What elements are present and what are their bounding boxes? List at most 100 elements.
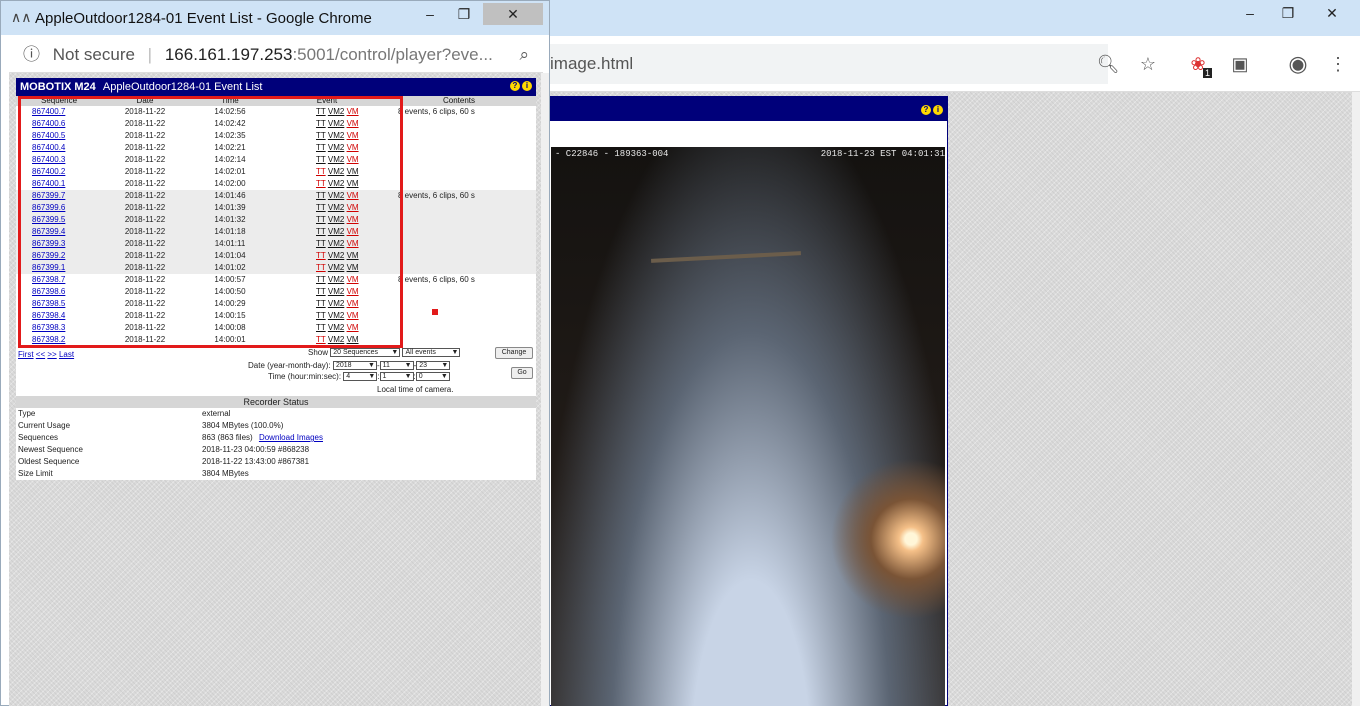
- osd-timestamp: 2018-11-23 EST 04:01:31: [820, 149, 945, 159]
- camera-osd: - C22846 - 189363-004 2018-11-23 EST 04:…: [555, 149, 945, 159]
- status-value-text: 3804 MBytes: [202, 469, 249, 478]
- contents-cell: [382, 298, 536, 310]
- contents-cell: [382, 154, 536, 166]
- event-list-header: MOBOTIX M24 AppleOutdoor1284-01 Event Li…: [16, 78, 536, 96]
- second-select[interactable]: 0: [415, 372, 450, 382]
- contents-cell: 8 events, 6 clips, 60 s: [398, 275, 475, 284]
- camera-panel: ? i - C22846 - 189363-004 2018-11-23 EST…: [548, 96, 948, 706]
- contents-cell: [382, 322, 536, 334]
- popup-minimize-button[interactable]: –: [415, 3, 445, 25]
- events-select[interactable]: All events: [402, 348, 461, 358]
- hour-select[interactable]: 4: [343, 372, 378, 382]
- contents-cell: [382, 262, 536, 274]
- popup-titlebar: ∧∧ AppleOutdoor1284-01 Event List - Goog…: [1, 1, 549, 35]
- info-icon[interactable]: i: [933, 105, 943, 115]
- popup-close-button[interactable]: ✕: [483, 3, 543, 25]
- brand-label: MOBOTIX M24: [20, 81, 96, 93]
- camera-live-image[interactable]: - C22846 - 189363-004 2018-11-23 EST 04:…: [551, 147, 945, 706]
- background-scrollbar[interactable]: [1352, 92, 1360, 706]
- contents-cell: [382, 310, 536, 322]
- highlight-box: [18, 96, 403, 348]
- security-label: Not secure: [52, 45, 135, 64]
- address-divider: |: [147, 45, 153, 64]
- status-row: Size Limit 3804 MBytes: [16, 468, 536, 480]
- date-label: Date (year-month-day):: [248, 361, 331, 370]
- info-icon[interactable]: ⓘ: [23, 45, 40, 64]
- info-icon[interactable]: i: [522, 81, 532, 91]
- mobotix-logo-icon: ∧∧: [11, 9, 32, 25]
- go-button[interactable]: Go: [511, 367, 533, 379]
- status-value: 2018-11-23 04:00:59 #868238: [202, 444, 309, 456]
- change-button[interactable]: Change: [495, 347, 533, 359]
- recorder-status-rows: Type external Current Usage 3804 MBytes (10…: [16, 408, 536, 480]
- contents-cell: 8 events, 6 clips, 60 s: [398, 191, 475, 200]
- contents-cell: [382, 130, 536, 142]
- contents-cell: [382, 178, 536, 190]
- help-icon[interactable]: ?: [921, 105, 931, 115]
- status-key: Newest Sequence: [18, 445, 83, 454]
- status-value-text: external: [202, 409, 231, 418]
- highlight-dot: [432, 309, 438, 315]
- popup-maximize-button[interactable]: ❐: [449, 3, 479, 25]
- url-host: 166.161.197.253: [164, 45, 293, 64]
- status-row: Current Usage 3804 MBytes (100.0%): [16, 420, 536, 432]
- status-key: Sequences: [18, 433, 59, 442]
- contents-cell: [382, 238, 536, 250]
- minimize-button[interactable]: –: [1234, 2, 1266, 24]
- contents-cell: [382, 214, 536, 226]
- url-path: :5001/control/player?eve...: [292, 45, 493, 64]
- profile-icon[interactable]: ◉: [1286, 51, 1310, 76]
- popup-window-title: AppleOutdoor1284-01 Event List - Google …: [35, 10, 372, 27]
- status-key: Type: [18, 409, 36, 418]
- minute-select[interactable]: 1: [379, 372, 414, 382]
- status-value: 3804 MBytes (100.0%): [202, 420, 283, 432]
- background-window-titlebar: – ❐ ✕: [548, 0, 1360, 36]
- contents-cell: [382, 250, 536, 262]
- col-contents: Contents: [442, 96, 476, 105]
- menu-kebab-icon[interactable]: ⋮: [1326, 52, 1350, 76]
- sequences-select[interactable]: 20 Sequences: [330, 348, 401, 358]
- extension-icon[interactable]: ❀ 1: [1186, 52, 1212, 78]
- contents-cell: [382, 334, 536, 344]
- camera-scene-line: [650, 251, 802, 263]
- close-button[interactable]: ✕: [1310, 2, 1354, 24]
- contents-cell: [382, 226, 536, 238]
- status-value-text: 2018-11-23 04:00:59 #868238: [202, 445, 310, 454]
- maximize-button[interactable]: ❐: [1272, 2, 1304, 24]
- status-value-text: 3804 MBytes (100.0%): [202, 421, 284, 430]
- navigation-controls: First << >> Last Show 20 Sequences All e…: [16, 344, 536, 396]
- zoom-icon[interactable]: 🔍︎: [1096, 52, 1120, 76]
- status-row: Type external: [16, 408, 536, 420]
- contents-cell: [382, 118, 536, 130]
- bookmark-star-icon[interactable]: ☆: [1136, 52, 1160, 76]
- status-value: 2018-11-22 13:43:00 #867381: [202, 456, 309, 468]
- show-label: Show: [308, 348, 329, 357]
- time-label: Time (hour:min:sec):: [268, 372, 342, 381]
- status-key: Current Usage: [18, 421, 71, 430]
- next-link[interactable]: >>: [47, 350, 56, 359]
- contents-cell: [382, 202, 536, 214]
- status-value-text: 2018-11-22 13:43:00 #867381: [202, 457, 310, 466]
- help-icon[interactable]: ?: [510, 81, 520, 91]
- status-value-text: 863 (863 files): [202, 433, 253, 442]
- event-list-title: AppleOutdoor1284-01 Event List: [102, 81, 263, 93]
- osd-camera-id: - C22846 - 189363-004: [555, 149, 669, 159]
- status-row: Newest Sequence 2018-11-23 04:00:59 #8682…: [16, 444, 536, 456]
- prev-link[interactable]: <<: [36, 350, 45, 359]
- popup-address-bar[interactable]: ⓘ Not secure | 166.161.197.253:5001/cont…: [9, 37, 543, 73]
- recorder-status-title: Recorder Status: [16, 396, 536, 408]
- background-address-bar[interactable]: image.html: [548, 44, 1108, 84]
- download-images-link[interactable]: Download Images: [259, 433, 323, 442]
- first-link[interactable]: First: [18, 350, 34, 359]
- popup-scrollbar[interactable]: [541, 73, 549, 706]
- last-link[interactable]: Last: [59, 350, 74, 359]
- zoom-icon[interactable]: ⌕: [519, 37, 529, 73]
- contents-cell: [382, 142, 536, 154]
- contents-cell: [382, 166, 536, 178]
- day-select[interactable]: 23: [416, 361, 451, 371]
- month-select[interactable]: 11: [379, 361, 414, 371]
- status-value: 863 (863 files) Download Images: [202, 432, 323, 444]
- camera-icon[interactable]: ▣: [1228, 52, 1252, 76]
- recorder-status: Recorder Status Type external Current Usag…: [16, 396, 536, 480]
- year-select[interactable]: 2018: [332, 361, 377, 371]
